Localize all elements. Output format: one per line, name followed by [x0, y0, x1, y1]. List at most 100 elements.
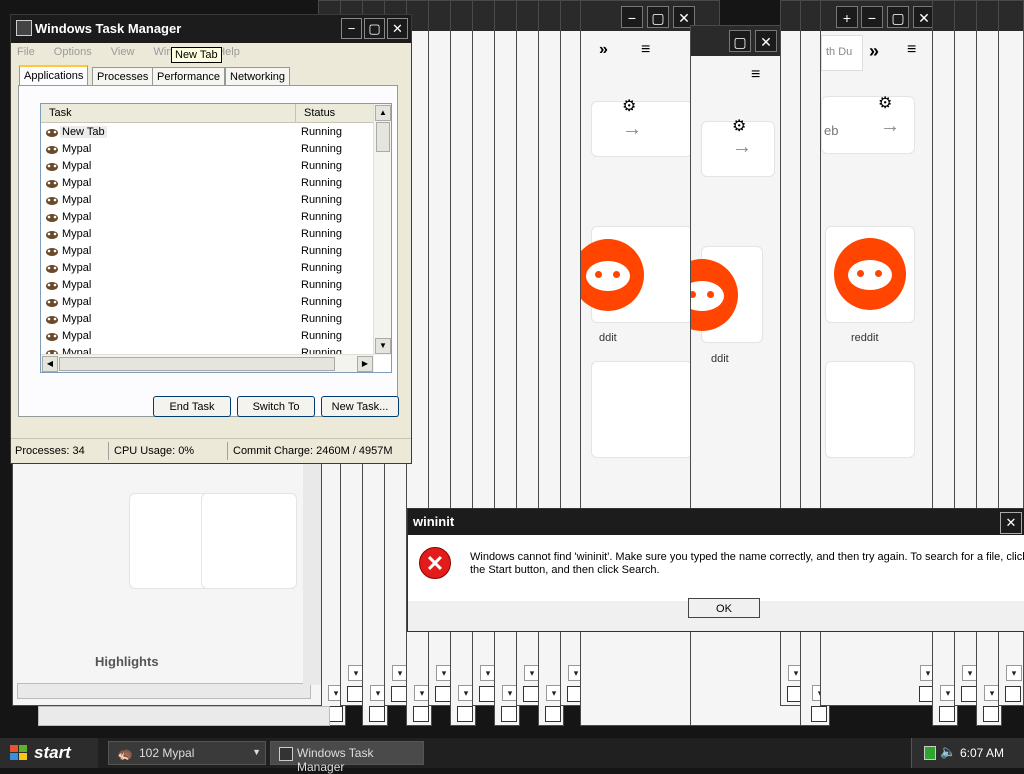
tab-networking[interactable]: Networking [225, 67, 291, 86]
new-task-button[interactable]: New Task... [321, 396, 399, 417]
scroll-up-icon[interactable]: ▲ [375, 105, 391, 121]
close-icon[interactable]: ✕ [1000, 512, 1022, 534]
scroll-thumb[interactable] [59, 357, 335, 371]
reddit-tile[interactable] [691, 246, 763, 343]
close-icon[interactable]: ✕ [387, 18, 408, 39]
horizontal-scrollbar[interactable] [17, 683, 311, 699]
tab-processes[interactable]: Processes [92, 67, 154, 86]
task-name: Mypal [62, 143, 92, 155]
empty-tile[interactable] [825, 361, 915, 458]
task-row[interactable]: Mypal Running [41, 277, 371, 294]
empty-tile[interactable] [201, 493, 297, 589]
minimize-icon[interactable]: − [341, 18, 362, 39]
arrow-right-icon[interactable]: → [732, 136, 752, 159]
hamburger-menu-icon[interactable]: ≡ [907, 41, 916, 59]
task-name: Mypal [62, 313, 92, 325]
new-tab-icon[interactable]: + [836, 6, 858, 28]
mypal-icon [46, 231, 58, 239]
scroll-right-icon[interactable]: ▶ [357, 356, 373, 372]
gear-icon[interactable]: ⚙ [732, 116, 746, 136]
end-task-button[interactable]: End Task [153, 396, 231, 417]
menu-options[interactable]: Options [54, 46, 92, 58]
mypal-icon [46, 163, 58, 171]
chevron-down-icon: ▼ [252, 747, 261, 757]
tab-performance[interactable]: Performance [152, 67, 225, 86]
title-bar[interactable]: Windows Task Manager − ▢ ✕ [11, 15, 411, 43]
close-icon[interactable]: ✕ [755, 30, 777, 52]
hamburger-menu-icon[interactable]: ≡ [751, 66, 760, 84]
title-bar[interactable]: wininit ✕ [408, 509, 1024, 535]
vertical-scrollbar[interactable]: ▲ ▼ [373, 104, 391, 355]
arrow-right-icon[interactable]: → [622, 118, 642, 141]
highlights-heading: Highlights [95, 654, 159, 669]
task-row[interactable]: Mypal Running [41, 192, 371, 209]
ok-button[interactable]: OK [688, 598, 760, 618]
task-row[interactable]: Mypal Running [41, 294, 371, 311]
error-dialog[interactable]: wininit ✕ ✕ Windows cannot find 'wininit… [407, 508, 1024, 632]
taskbar-task-manager[interactable]: Windows Task Manager [270, 741, 424, 774]
task-status: Running [301, 262, 342, 274]
task-row[interactable]: Mypal Running [41, 226, 371, 243]
task-row[interactable]: New Tab Running [41, 124, 371, 141]
start-button[interactable]: start [0, 738, 98, 768]
task-row[interactable]: Mypal Running [41, 311, 371, 328]
mypal-icon [46, 282, 58, 290]
search-tile[interactable]: eb ⚙ → [821, 93, 915, 154]
task-row[interactable]: Mypal Running [41, 260, 371, 277]
reddit-label: reddit [851, 332, 879, 344]
gear-icon[interactable]: ⚙ [622, 96, 636, 116]
search-input[interactable]: th Du [821, 35, 863, 71]
search-tile[interactable]: ⚙ → [701, 118, 775, 177]
scroll-down-icon[interactable]: ▾ [1006, 665, 1022, 681]
column-status[interactable]: Status [295, 104, 335, 122]
maximize-icon[interactable]: ▢ [647, 6, 669, 28]
task-row[interactable]: Mypal Running [41, 141, 371, 158]
task-name: Mypal [62, 279, 92, 291]
reddit-tile[interactable] [581, 226, 693, 323]
tray-app-icon[interactable] [924, 746, 936, 760]
task-status: Running [301, 296, 342, 308]
empty-tile[interactable] [591, 361, 693, 458]
taskbar: start 🦔 102 Mypal ▼ Windows Task Manager… [0, 738, 1024, 774]
scroll-down-icon[interactable]: ▼ [375, 338, 391, 354]
reddit-tile[interactable] [825, 226, 915, 323]
task-name: Mypal [62, 211, 92, 223]
minimize-icon[interactable]: − [621, 6, 643, 28]
task-status: Running [301, 279, 342, 291]
gear-icon[interactable]: ⚙ [878, 93, 892, 113]
scroll-thumb[interactable] [376, 122, 390, 152]
horizontal-scrollbar[interactable]: ◀ ▶ [41, 354, 374, 372]
menu-file[interactable]: File [17, 46, 35, 58]
task-row[interactable]: Mypal Running [41, 158, 371, 175]
menu-view[interactable]: View [111, 46, 135, 58]
overflow-chevron-icon[interactable]: » [599, 41, 608, 59]
task-row[interactable]: Mypal Running [41, 209, 371, 226]
arrow-right-icon[interactable]: → [880, 115, 900, 138]
task-manager-window[interactable]: Windows Task Manager − ▢ ✕ File Options … [10, 14, 412, 464]
mypal-icon [46, 180, 58, 188]
maximize-icon[interactable]: ▢ [887, 6, 909, 28]
browser-window[interactable]: Highlights [12, 440, 322, 706]
hamburger-menu-icon[interactable]: ≡ [641, 41, 650, 59]
horizontal-scrollbar[interactable] [38, 706, 330, 726]
switch-to-button[interactable]: Switch To [237, 396, 315, 417]
maximize-icon[interactable]: ▢ [364, 18, 385, 39]
search-tile[interactable]: ⚙ → [591, 98, 693, 157]
scroll-left-icon[interactable]: ◀ [42, 356, 58, 372]
speaker-icon[interactable]: 🔈 [940, 744, 956, 760]
mypal-icon [46, 197, 58, 205]
maximize-icon[interactable]: ▢ [729, 30, 751, 52]
task-row[interactable]: Mypal Running [41, 243, 371, 260]
task-name: New Tab [60, 126, 107, 138]
mypal-icon [46, 316, 58, 324]
task-status: Running [301, 160, 342, 172]
column-task[interactable]: Task [49, 107, 72, 119]
mypal-icon [46, 146, 58, 154]
task-row[interactable]: Mypal Running [41, 328, 371, 345]
overflow-chevron-icon[interactable]: » [869, 41, 879, 62]
task-row[interactable]: Mypal Running [41, 175, 371, 192]
task-list[interactable]: Task Status New Tab Running Mypal Running My… [40, 103, 392, 373]
clock[interactable]: 6:07 AM [960, 746, 1004, 760]
taskbar-mypal-group[interactable]: 🦔 102 Mypal ▼ [108, 741, 266, 765]
minimize-icon[interactable]: − [861, 6, 883, 28]
